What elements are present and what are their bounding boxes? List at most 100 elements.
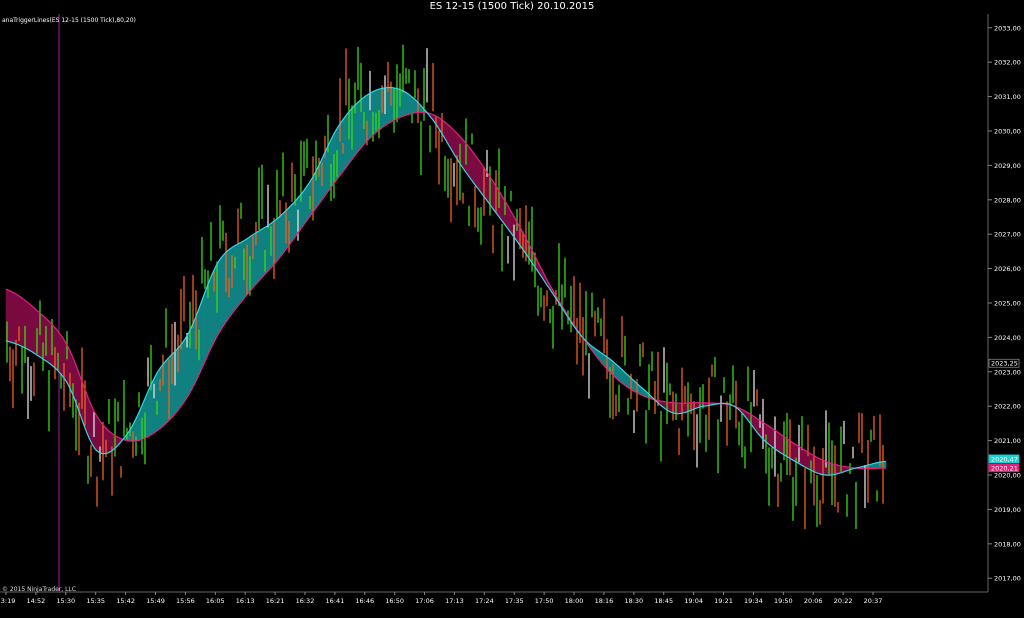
cloud-segment: [476, 155, 480, 191]
cloud-segment: [344, 112, 348, 170]
chart-title: ES 12-15 (1500 Tick) 20.10.2015: [0, 0, 1024, 14]
y-tick-label: 2027,00: [994, 231, 1021, 239]
cloud-segment: [779, 433, 783, 455]
x-tick-label: 19:50: [774, 597, 793, 605]
cloud-segment: [25, 300, 30, 351]
x-tick-label: 17:13: [445, 597, 464, 605]
y-tick-label: 2023,00: [994, 368, 1021, 376]
x-tick-label: 20:06: [804, 597, 823, 605]
y-tick-label: 2026,00: [994, 265, 1021, 273]
x-tick-label: 14:52: [27, 597, 46, 605]
cloud-segment: [766, 424, 770, 446]
cloud-segment: [96, 415, 100, 454]
x-tick-label: 17:50: [535, 597, 554, 605]
cloud-segment: [410, 95, 414, 115]
cloud-segment: [233, 244, 237, 313]
cloud-segment: [30, 304, 35, 354]
cloud-segment: [182, 337, 186, 405]
cloud-segment: [94, 410, 98, 452]
cloud-segment: [261, 227, 265, 279]
cloud-segment: [278, 213, 282, 260]
x-tick-label: 13:19: [0, 597, 15, 605]
cloud-segment: [266, 224, 270, 274]
y-tick-label: 2033,00: [994, 24, 1021, 32]
x-tick-label: 15:30: [56, 597, 75, 605]
cloud-segment: [13, 292, 17, 345]
cloud-segment: [385, 87, 389, 126]
cloud-segment: [407, 93, 411, 115]
x-tick-label: 16:05: [206, 597, 225, 605]
x-tick-label: 18:16: [595, 597, 614, 605]
cloud-segment: [304, 185, 308, 225]
cloud-segment: [837, 464, 841, 475]
cloud-segment: [400, 89, 404, 118]
copyright-label: © 2015 NinjaTrader, LLC: [2, 586, 76, 593]
x-tick-label: 17:35: [505, 597, 524, 605]
cloud-segment: [883, 460, 887, 469]
y-tick-label: 2024,00: [994, 334, 1021, 342]
cloud-segment: [190, 323, 194, 392]
y-tick-label: 2032,00: [994, 59, 1021, 67]
y-tick-label: 2022,00: [994, 403, 1021, 411]
y-tick-label: 2030,00: [994, 127, 1021, 135]
indicator-label: anaTriggerLines(ES 12-15 (1500 Tick),80,…: [2, 17, 136, 24]
price-marker-label: 2023,25: [991, 360, 1018, 368]
cloud-segment: [89, 400, 93, 445]
y-tick-label: 2025,00: [994, 300, 1021, 308]
cloud-segment: [473, 152, 477, 188]
x-tick-label: 15:49: [146, 597, 165, 605]
cloud-segment: [210, 271, 214, 349]
cloud-segment: [218, 257, 222, 336]
y-tick-label: 2029,00: [994, 162, 1021, 170]
x-tick-label: 15:42: [116, 597, 135, 605]
cloud-segment: [235, 243, 239, 310]
cloud-segment: [48, 320, 52, 366]
x-tick-label: 16:32: [296, 597, 315, 605]
x-tick-label: 19:34: [744, 597, 763, 605]
cloud-segment: [357, 99, 361, 154]
cloud-segment: [802, 448, 806, 468]
cloud-segment: [814, 455, 819, 474]
cloud-segment: [792, 441, 796, 462]
cloud-segment: [491, 178, 495, 212]
cloud-segment: [470, 149, 475, 184]
cloud-segment: [238, 241, 242, 307]
cloud-segment: [207, 277, 212, 355]
cloud-segment: [804, 449, 808, 470]
y-tick-label: 2021,00: [994, 437, 1021, 445]
x-tick-label: 16:50: [385, 597, 404, 605]
cloud-segment: [200, 296, 204, 372]
x-tick-label: 16:21: [266, 597, 285, 605]
cloud-segment: [460, 137, 465, 171]
cloud-segment: [46, 318, 50, 364]
cloud-segment: [352, 104, 356, 160]
y-tick-label: 2019,00: [994, 506, 1021, 514]
cloud-segment: [157, 366, 161, 431]
x-tick-label: 17:24: [475, 597, 494, 605]
cloud-segment: [817, 457, 821, 475]
x-tick-label: 17:06: [415, 597, 434, 605]
x-tick-label: 18:45: [654, 597, 673, 605]
x-tick-label: 19:04: [684, 597, 703, 605]
x-tick-label: 20:22: [834, 597, 853, 605]
x-tick-label: 15:35: [86, 597, 105, 605]
y-tick-label: 2017,00: [994, 575, 1021, 583]
x-tick-label: 15:56: [176, 597, 195, 605]
cloud-segment: [33, 306, 37, 356]
x-tick-label: 16:41: [325, 597, 344, 605]
cloud-segment: [281, 211, 285, 256]
cloud-segment: [240, 240, 245, 303]
chart-frame: [0, 14, 989, 593]
cloud-segment: [683, 402, 687, 414]
cloud-segment: [202, 290, 207, 366]
x-tick-label: 16:46: [355, 597, 374, 605]
cloud-segment: [10, 290, 14, 344]
x-tick-label: 19:21: [714, 597, 733, 605]
cloud-segment: [776, 431, 781, 453]
price-chart[interactable]: 2017,00 2018,00 2019,00 2020,00 2021,00 2022,…: [0, 0, 1024, 618]
y-tick-label: 2028,00: [994, 196, 1021, 204]
x-tick-label: 20:37: [864, 597, 883, 605]
cloud-segment: [220, 254, 224, 331]
cloud-segment: [58, 331, 62, 376]
cloud-segment: [468, 145, 472, 181]
